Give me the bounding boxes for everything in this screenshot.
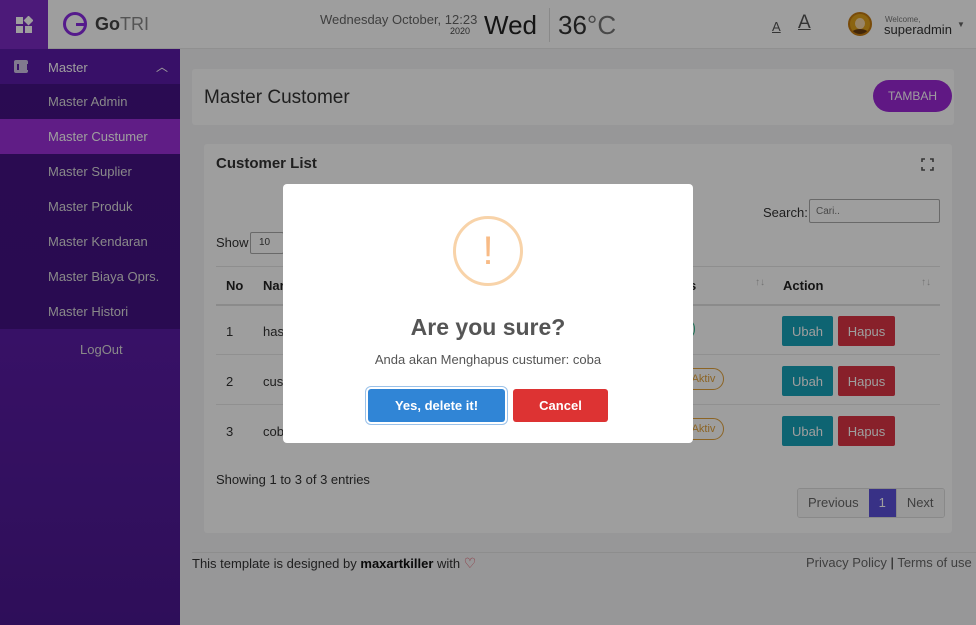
dialog-title: Are you sure? bbox=[410, 314, 566, 340]
warning-icon: ! bbox=[453, 216, 523, 286]
confirm-delete-dialog: ! Are you sure? Anda akan Menghapus cust… bbox=[283, 184, 693, 443]
confirm-delete-button[interactable]: Yes, delete it! bbox=[368, 389, 505, 422]
cancel-button[interactable]: Cancel bbox=[513, 389, 608, 422]
dialog-message: Anda akan Menghapus custumer: coba bbox=[374, 352, 602, 367]
